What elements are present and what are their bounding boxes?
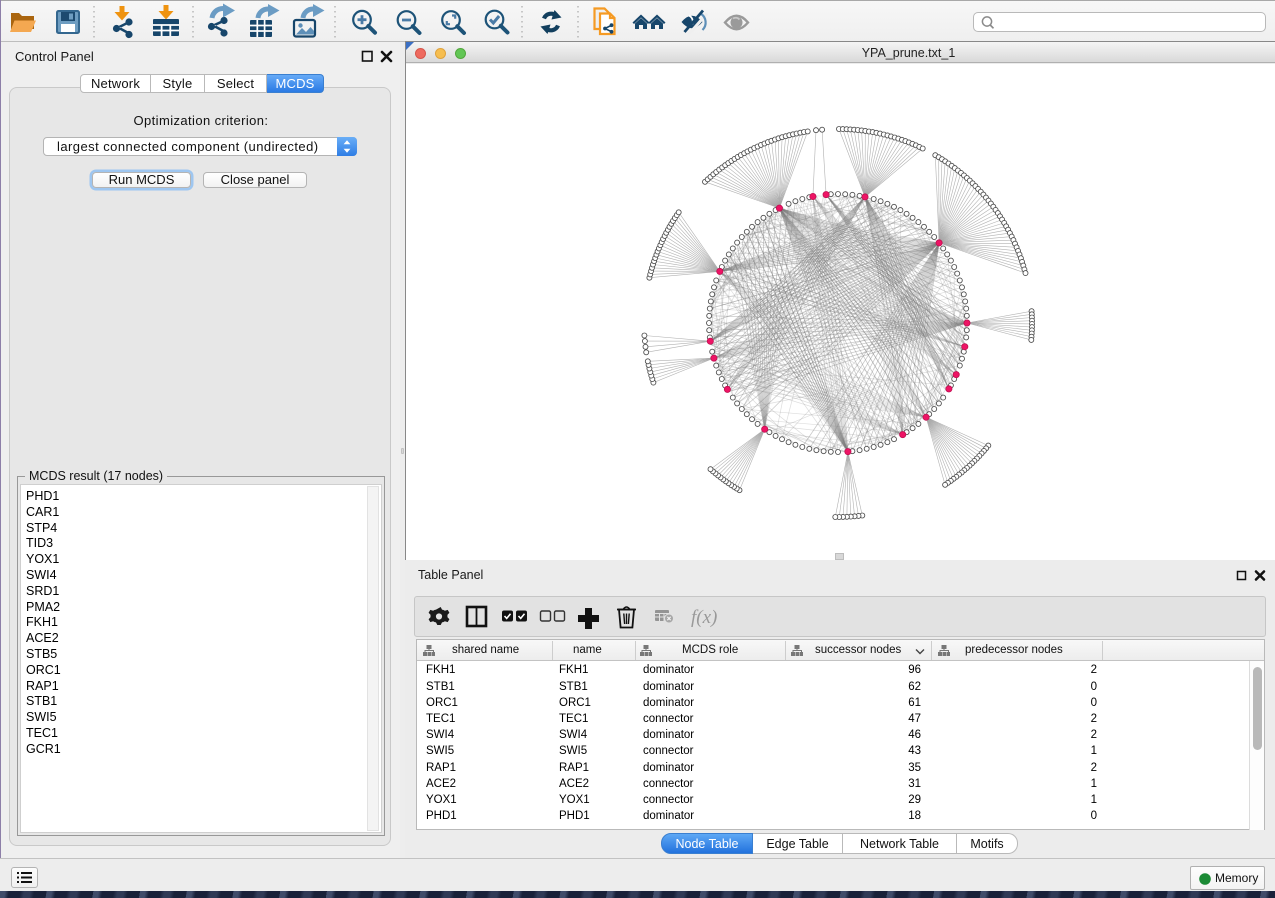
svg-text:f(x): f(x)	[691, 607, 717, 628]
